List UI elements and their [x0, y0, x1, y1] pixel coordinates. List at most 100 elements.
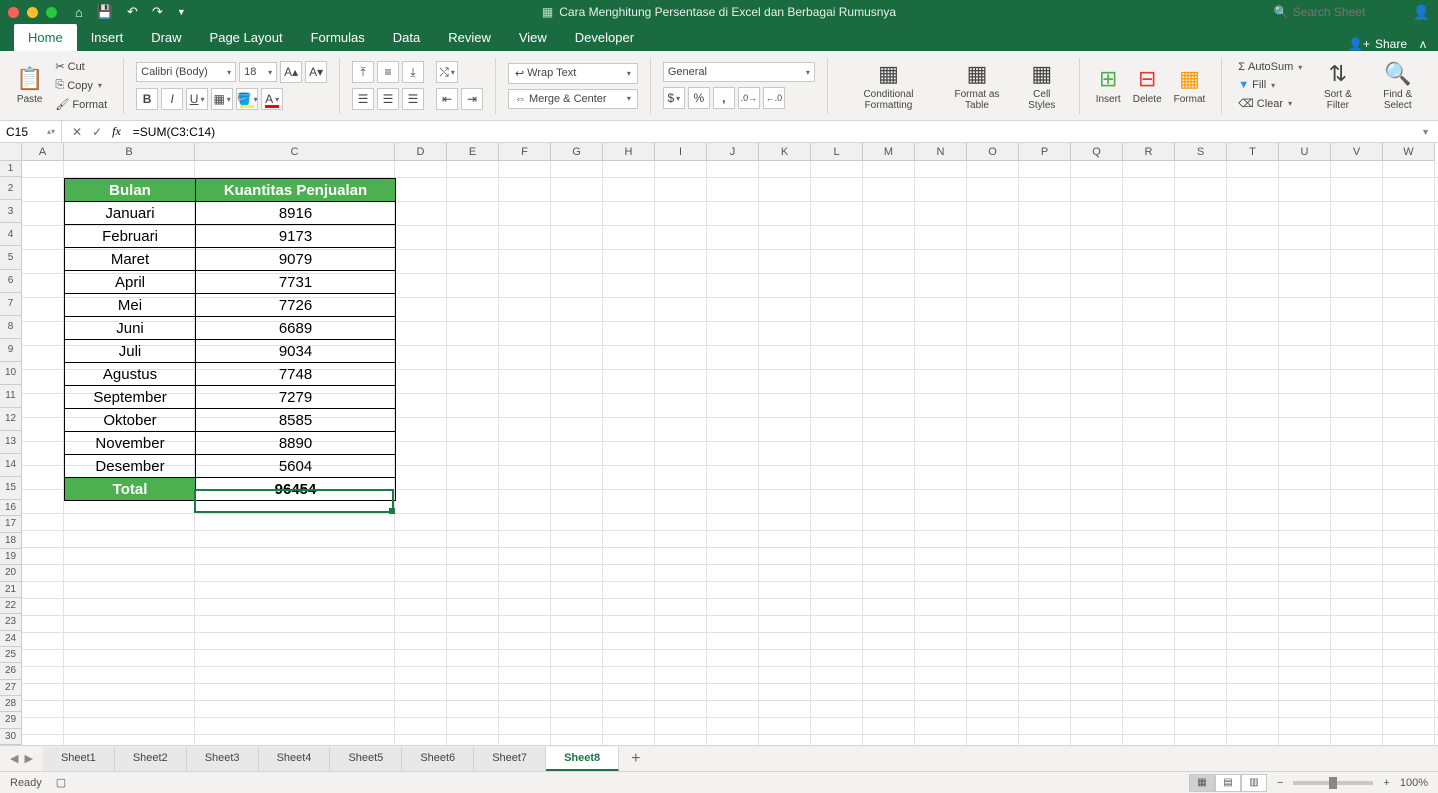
sheet-tab-sheet5[interactable]: Sheet5 [330, 747, 402, 771]
decrease-decimal-button[interactable]: ←.0 [763, 87, 785, 109]
paste-button[interactable]: 📋 Paste [12, 64, 47, 107]
save-icon[interactable]: 💾 [97, 4, 113, 20]
share-button[interactable]: 👤+ Share ʌ [1336, 37, 1438, 51]
row-header-11[interactable]: 11 [0, 385, 22, 408]
column-header-C[interactable]: C [195, 143, 395, 161]
format-cells-button[interactable]: ▦Format [1170, 64, 1210, 107]
orientation-button[interactable]: ⤭▾ [436, 61, 458, 83]
column-header-K[interactable]: K [759, 143, 811, 161]
search-box[interactable]: 🔍 [1274, 5, 1403, 19]
column-header-W[interactable]: W [1383, 143, 1435, 161]
macro-record-icon[interactable]: ▢ [56, 776, 66, 789]
home-icon[interactable]: ⌂ [75, 5, 83, 20]
column-header-S[interactable]: S [1175, 143, 1227, 161]
underline-button[interactable]: U▾ [186, 88, 208, 110]
row-header-20[interactable]: 20 [0, 565, 22, 581]
minimize-window-button[interactable] [27, 7, 38, 18]
format-painter-button[interactable]: 🖌Format [51, 96, 111, 113]
column-header-J[interactable]: J [707, 143, 759, 161]
tab-formulas[interactable]: Formulas [297, 24, 379, 51]
row-header-3[interactable]: 3 [0, 200, 22, 223]
tab-review[interactable]: Review [434, 24, 505, 51]
page-layout-view-button[interactable]: ▤ [1215, 774, 1241, 792]
column-header-O[interactable]: O [967, 143, 1019, 161]
insert-cells-button[interactable]: ⊞Insert [1092, 64, 1125, 107]
collapse-ribbon-icon[interactable]: ʌ [1420, 37, 1426, 51]
font-size-combo[interactable]: 18▾ [239, 62, 277, 82]
tab-page-layout[interactable]: Page Layout [196, 24, 297, 51]
format-as-table-button[interactable]: ▦Format as Table [941, 59, 1013, 113]
row-header-17[interactable]: 17 [0, 516, 22, 532]
autosum-button[interactable]: ΣAutoSum▾ [1234, 59, 1306, 75]
merge-center-button[interactable]: ⇔Merge & Center▾ [508, 89, 638, 109]
column-header-M[interactable]: M [863, 143, 915, 161]
bold-button[interactable]: B [136, 88, 158, 110]
tab-home[interactable]: Home [14, 24, 77, 51]
column-header-B[interactable]: B [64, 143, 195, 161]
row-header-23[interactable]: 23 [0, 614, 22, 630]
normal-view-button[interactable]: ▦ [1189, 774, 1215, 792]
column-header-H[interactable]: H [603, 143, 655, 161]
cells-area[interactable]: BulanKuantitas PenjualanJanuari8916Febru… [22, 161, 1438, 745]
align-right-button[interactable]: ☰ [402, 88, 424, 110]
row-header-13[interactable]: 13 [0, 431, 22, 454]
row-header-21[interactable]: 21 [0, 582, 22, 598]
zoom-in-button[interactable]: + [1383, 777, 1389, 789]
row-header-10[interactable]: 10 [0, 362, 22, 385]
conditional-formatting-button[interactable]: ▦Conditional Formatting [840, 59, 937, 113]
expand-formula-icon[interactable]: ▼ [1413, 127, 1438, 137]
prev-sheet-icon[interactable]: ◀ [10, 752, 18, 765]
row-header-14[interactable]: 14 [0, 454, 22, 477]
row-header-9[interactable]: 9 [0, 339, 22, 362]
column-header-I[interactable]: I [655, 143, 707, 161]
italic-button[interactable]: I [161, 88, 183, 110]
align-top-button[interactable]: ⤒ [352, 61, 374, 83]
increase-decimal-button[interactable]: .0→ [738, 87, 760, 109]
sheet-tab-sheet3[interactable]: Sheet3 [187, 747, 259, 771]
column-header-L[interactable]: L [811, 143, 863, 161]
row-header-7[interactable]: 7 [0, 293, 22, 316]
next-sheet-icon[interactable]: ▶ [24, 752, 32, 765]
column-header-D[interactable]: D [395, 143, 447, 161]
formula-input[interactable]: =SUM(C3:C14) [129, 125, 219, 139]
row-header-6[interactable]: 6 [0, 270, 22, 293]
find-select-button[interactable]: 🔍Find & Select [1369, 59, 1426, 113]
tab-insert[interactable]: Insert [77, 24, 138, 51]
maximize-window-button[interactable] [46, 7, 57, 18]
row-header-22[interactable]: 22 [0, 598, 22, 614]
cell-styles-button[interactable]: ▦Cell Styles [1017, 59, 1067, 113]
align-bottom-button[interactable]: ⤓ [402, 61, 424, 83]
row-header-1[interactable]: 1 [0, 161, 22, 177]
row-header-4[interactable]: 4 [0, 223, 22, 246]
cut-button[interactable]: ✂Cut [51, 58, 111, 75]
zoom-out-button[interactable]: − [1277, 777, 1283, 789]
column-header-N[interactable]: N [915, 143, 967, 161]
select-all-corner[interactable] [0, 143, 22, 161]
redo-icon[interactable]: ↷ [152, 4, 163, 20]
comma-button[interactable]: , [713, 87, 735, 109]
row-header-28[interactable]: 28 [0, 696, 22, 712]
tab-developer[interactable]: Developer [561, 24, 648, 51]
increase-indent-button[interactable]: ⇥ [461, 88, 483, 110]
delete-cells-button[interactable]: ⊟Delete [1129, 64, 1166, 107]
add-sheet-button[interactable]: + [619, 750, 652, 768]
search-input[interactable] [1293, 5, 1403, 19]
qat-more-icon[interactable]: ▼ [177, 7, 186, 17]
undo-icon[interactable]: ↶ [127, 4, 138, 20]
row-header-5[interactable]: 5 [0, 246, 22, 269]
fx-icon[interactable]: fx [112, 124, 121, 139]
sheet-tab-sheet7[interactable]: Sheet7 [474, 747, 546, 771]
font-name-combo[interactable]: Calibri (Body)▾ [136, 62, 236, 82]
number-format-combo[interactable]: General▾ [663, 62, 815, 82]
fill-color-button[interactable]: 🪣▾ [236, 88, 258, 110]
row-header-8[interactable]: 8 [0, 316, 22, 339]
column-header-V[interactable]: V [1331, 143, 1383, 161]
currency-button[interactable]: $▾ [663, 87, 685, 109]
clear-button[interactable]: ⌫Clear▾ [1234, 95, 1306, 112]
row-header-29[interactable]: 29 [0, 712, 22, 728]
column-header-F[interactable]: F [499, 143, 551, 161]
sheet-tab-sheet6[interactable]: Sheet6 [402, 747, 474, 771]
sort-filter-button[interactable]: ⇅Sort & Filter [1312, 59, 1363, 113]
borders-button[interactable]: ▦▾ [211, 88, 233, 110]
percent-button[interactable]: % [688, 87, 710, 109]
